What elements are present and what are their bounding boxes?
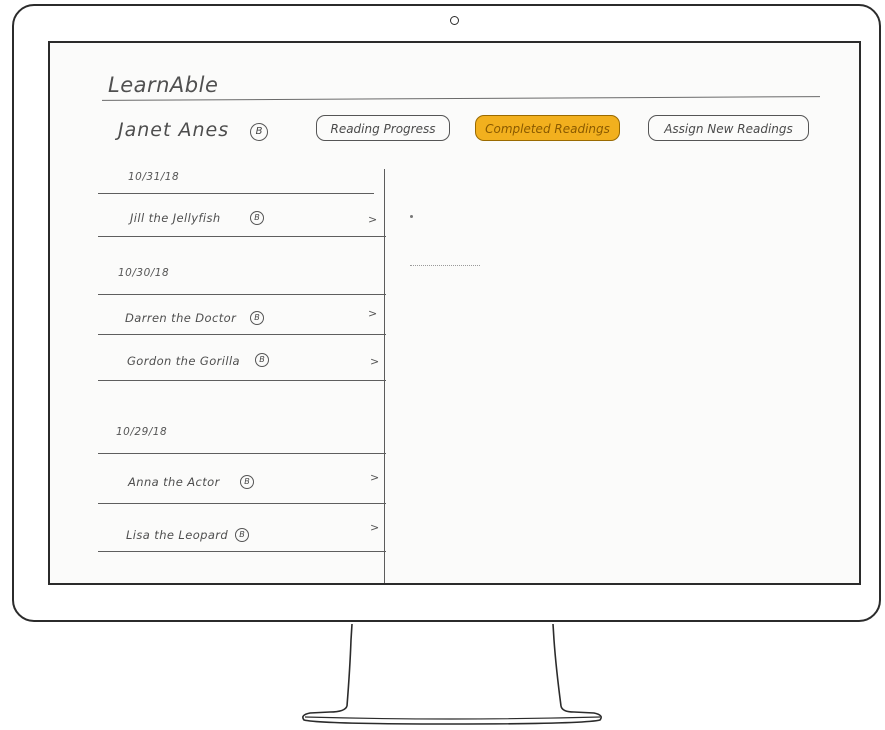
monitor-stand — [302, 623, 602, 725]
